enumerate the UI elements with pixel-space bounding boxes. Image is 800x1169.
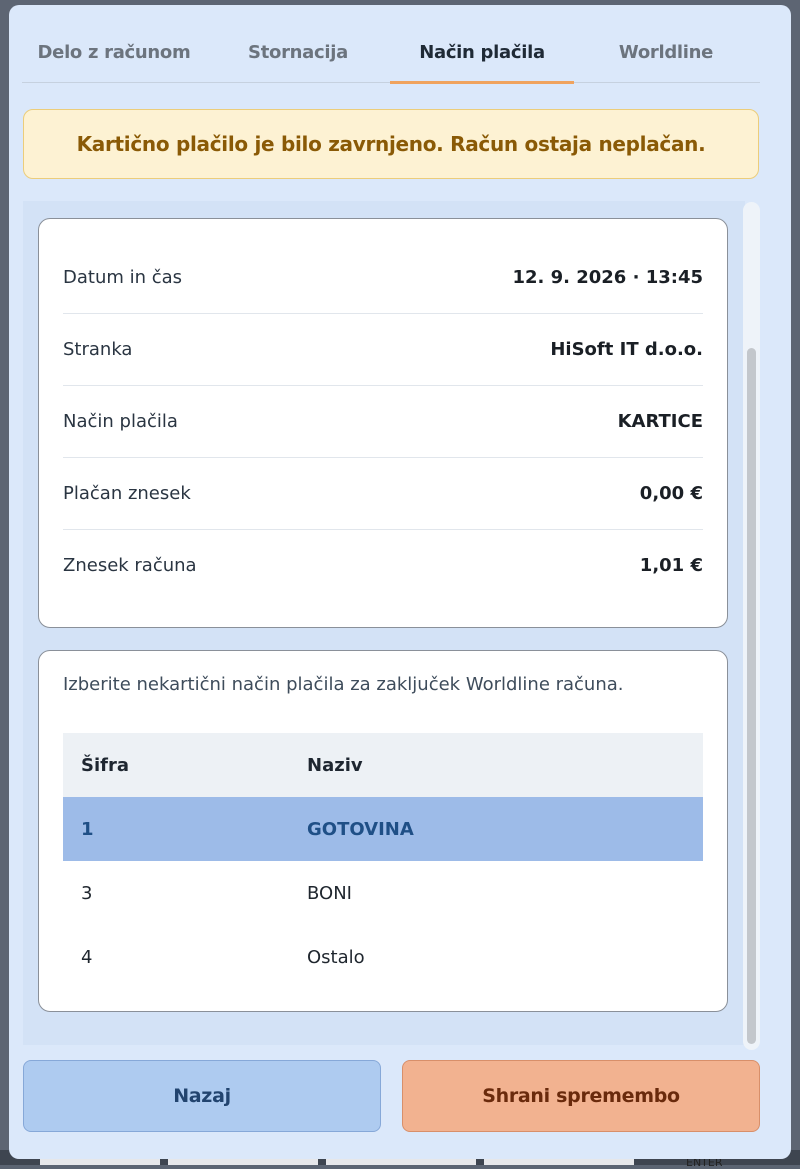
invoice-details-card: Datum in čas 12. 9. 2026 · 13:45 Stranka…: [38, 218, 728, 628]
tab-worldline[interactable]: Worldline: [574, 22, 758, 82]
detail-value: 1,01 €: [639, 554, 703, 576]
table-row[interactable]: 4 Ostalo: [63, 925, 703, 989]
method-instructions: Izberite nekartični način plačila za zak…: [63, 674, 624, 695]
detail-label: Način plačila: [63, 410, 178, 432]
detail-value: 0,00 €: [639, 482, 703, 504]
tab-bar: Delo z računom Stornacija Način plačila …: [22, 22, 760, 84]
declined-alert: Kartično plačilo je bilo zavrnjeno. Raču…: [23, 109, 759, 179]
save-change-button[interactable]: Shrani spremembo: [402, 1060, 760, 1132]
tab-payment-method[interactable]: Način plačila: [390, 22, 574, 84]
cell-name: BONI: [307, 882, 352, 904]
back-button[interactable]: Nazaj: [23, 1060, 381, 1132]
detail-row-paid-amount: Plačan znesek 0,00 €: [63, 457, 703, 530]
detail-label: Stranka: [63, 338, 133, 360]
cell-code: 4: [81, 946, 93, 968]
tab-invoice-actions[interactable]: Delo z računom: [22, 22, 206, 82]
detail-value: 12. 9. 2026 · 13:45: [512, 266, 703, 288]
table-row[interactable]: 3 BONI: [63, 861, 703, 925]
column-header-name: Naziv: [307, 754, 363, 776]
detail-label: Plačan znesek: [63, 482, 191, 504]
cell-code: 1: [81, 818, 94, 840]
detail-row-customer: Stranka HiSoft IT d.o.o.: [63, 313, 703, 386]
table-header-row: Šifra Naziv: [63, 733, 703, 797]
payment-method-card: Izberite nekartični način plačila za zak…: [38, 650, 728, 1012]
detail-row-payment-method: Način plačila KARTICE: [63, 385, 703, 458]
detail-label: Znesek računa: [63, 554, 197, 576]
detail-label: Datum in čas: [63, 266, 183, 288]
table-row[interactable]: 1 GOTOVINA: [63, 797, 703, 861]
detail-row-invoice-amount: Znesek računa 1,01 €: [63, 529, 703, 601]
cell-name: GOTOVINA: [307, 818, 414, 840]
payment-method-table: Šifra Naziv 1 GOTOVINA 3 BONI 4 Ostalo: [63, 733, 703, 989]
detail-value: HiSoft IT d.o.o.: [550, 338, 703, 360]
detail-value: KARTICE: [617, 410, 703, 432]
cell-code: 3: [81, 882, 93, 904]
column-header-code: Šifra: [81, 754, 129, 776]
cell-name: Ostalo: [307, 946, 365, 968]
detail-row-datetime: Datum in čas 12. 9. 2026 · 13:45: [63, 241, 703, 314]
tab-cancellation[interactable]: Stornacija: [206, 22, 390, 82]
scrollbar-thumb[interactable]: [747, 348, 756, 1044]
